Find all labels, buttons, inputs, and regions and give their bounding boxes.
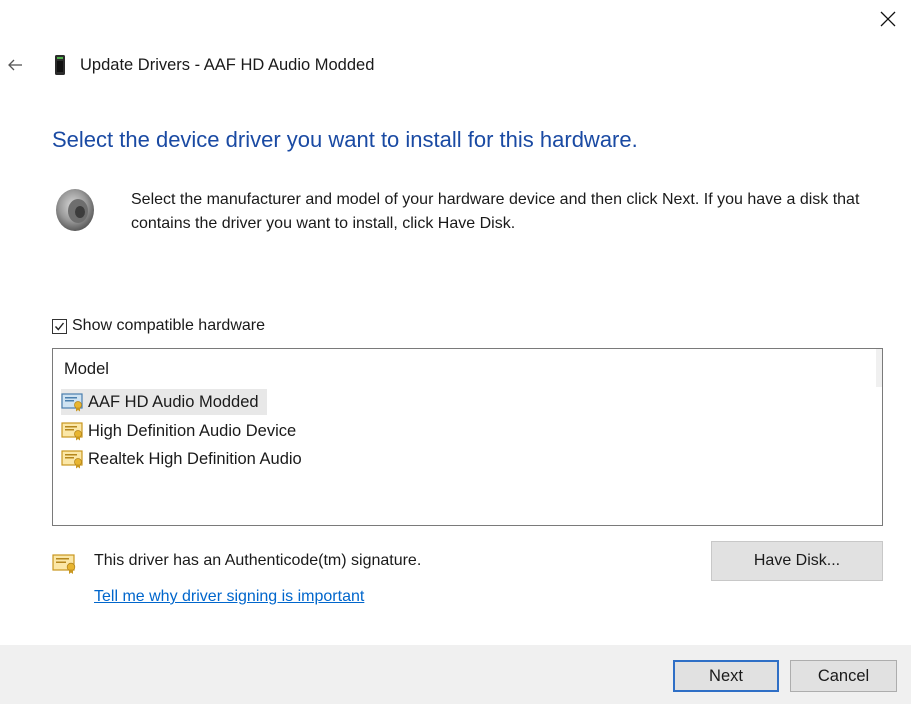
signed-driver-icon [52,554,76,574]
list-item[interactable]: High Definition Audio Device [61,418,304,444]
close-icon [880,11,896,27]
certificate-icon [61,422,83,441]
have-disk-button[interactable]: Have Disk... [711,541,883,581]
close-button[interactable] [875,6,901,32]
scrollbar[interactable] [876,349,882,387]
speaker-icon [56,189,94,231]
cancel-button[interactable]: Cancel [790,660,897,692]
instructions-text: Select the manufacturer and model of you… [131,191,860,232]
certificate-icon [61,393,83,412]
show-compatible-label: Show compatible hardware [72,317,265,334]
model-listbox[interactable]: Model AAF HD Audio Modded High Definitio… [52,348,883,526]
list-item[interactable]: AAF HD Audio Modded [61,389,267,415]
title-bar: Update Drivers - AAF HD Audio Modded [0,50,700,80]
list-item[interactable]: Realtek High Definition Audio [61,446,310,472]
signature-status-text: This driver has an Authenticode(tm) sign… [94,552,422,569]
window-title: Update Drivers - AAF HD Audio Modded [80,56,375,74]
model-column-header: Model [64,360,109,378]
show-compatible-checkbox[interactable]: Show compatible hardware [52,317,265,335]
list-item-label: Realtek High Definition Audio [88,449,302,468]
next-button[interactable]: Next [673,660,779,692]
checkbox-box[interactable] [52,318,67,334]
page-heading: Select the device driver you want to ins… [52,127,638,152]
checkmark-icon [54,322,65,331]
update-drivers-window: Update Drivers - AAF HD Audio Modded Sel… [0,0,911,704]
driver-signing-link[interactable]: Tell me why driver signing is important [94,588,364,606]
list-item-label: High Definition Audio Device [88,421,297,440]
back-button[interactable] [4,54,26,76]
list-item-label: AAF HD Audio Modded [88,392,259,411]
back-arrow-icon [8,59,22,71]
audio-device-icon [55,55,65,75]
certificate-icon [61,450,83,469]
footer-bar: Next Cancel [0,645,911,704]
